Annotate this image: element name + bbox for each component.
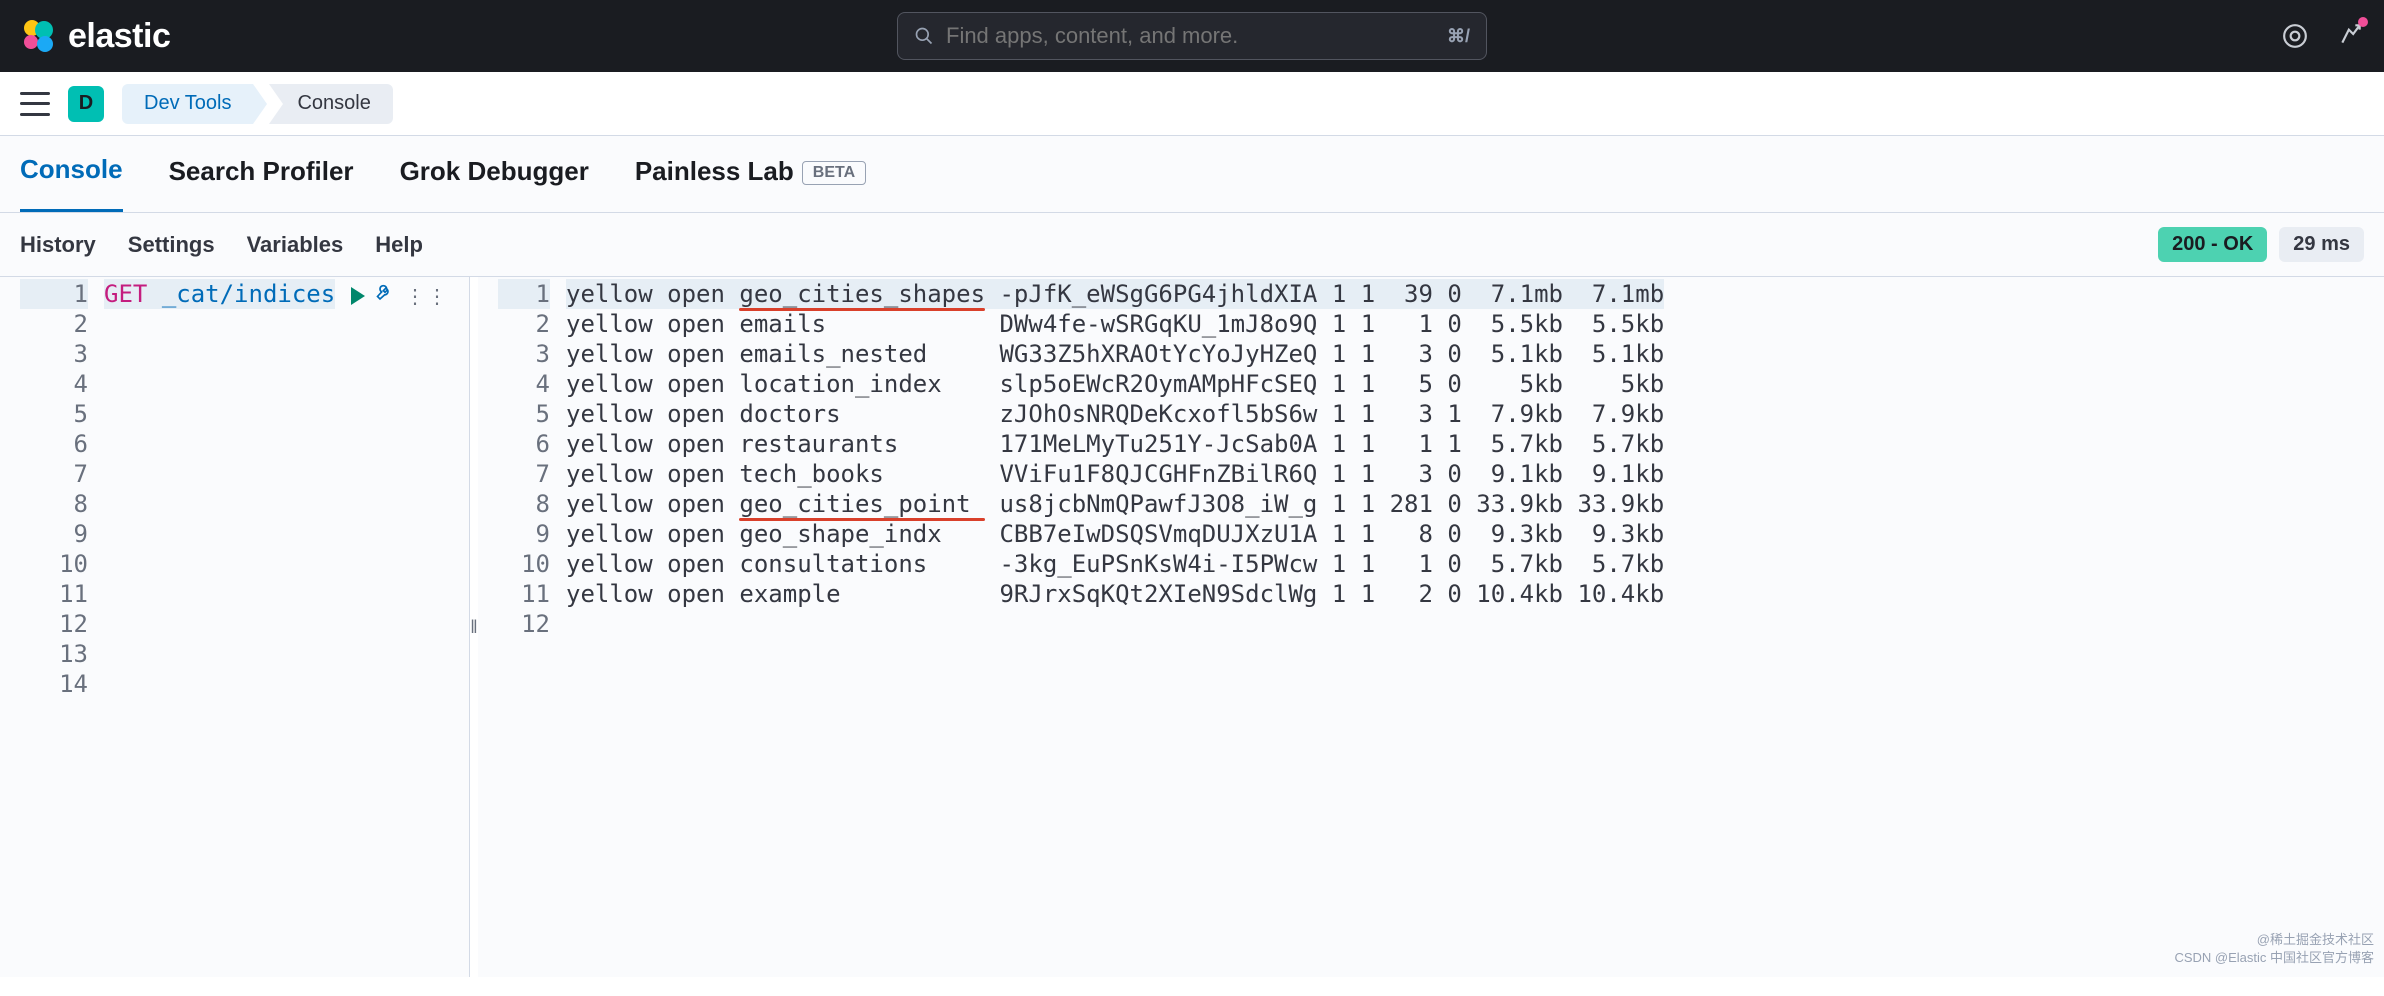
search-shortcut: ⌘/ (1447, 26, 1470, 47)
output-row: yellow open location_index slp5oEWcR2Oym… (566, 369, 1664, 399)
search-icon (914, 26, 934, 46)
space-badge[interactable]: D (68, 86, 104, 122)
crumb-dev-tools[interactable]: Dev Tools (122, 84, 253, 124)
global-header: elastic ⌘/ (0, 0, 2384, 72)
nav-bar: D Dev Tools Console (0, 72, 2384, 136)
news-icon[interactable] (2338, 21, 2364, 52)
output-row: yellow open geo_cities_shapes -pJfK_eWSg… (566, 279, 1664, 309)
tab-search-profiler[interactable]: Search Profiler (169, 156, 354, 211)
request-editor[interactable]: GET _cat/indices (100, 277, 339, 977)
help-icon[interactable] (2282, 23, 2308, 49)
toolbar-link-help[interactable]: Help (375, 232, 423, 258)
run-button[interactable] (351, 287, 365, 305)
toolbar-link-variables[interactable]: Variables (247, 232, 344, 258)
tab-painless-lab[interactable]: Painless LabBETA (635, 156, 866, 211)
console-toolbar: History Settings Variables Help 200 - OK 29… (0, 213, 2384, 277)
search-input[interactable] (946, 23, 1435, 49)
output-row: yellow open geo_shape_indx CBB7eIwDSQSVm… (566, 519, 1664, 549)
logo[interactable]: elastic (20, 17, 170, 56)
response-pane[interactable]: 123456789101112 yellow open geo_cities_s… (478, 277, 2384, 977)
status-badge: 200 - OK (2158, 227, 2267, 262)
menu-toggle[interactable] (20, 92, 50, 116)
brand-name: elastic (68, 17, 170, 56)
watermark: @稀土掘金技术社区 CSDN @Elastic 中国社区官方博客 (2174, 931, 2374, 967)
response-output: yellow open geo_cities_shapes -pJfK_eWSg… (562, 277, 1668, 977)
request-gutter: 1234567891011121314 (0, 277, 100, 977)
beta-badge: BETA (802, 161, 866, 185)
pane-divider[interactable]: ‖ (470, 277, 478, 977)
toolbar-link-history[interactable]: History (20, 232, 96, 258)
output-row: yellow open emails DWw4fe-wSRGqKU_1mJ8o9… (566, 309, 1664, 339)
crumb-console[interactable]: Console (269, 84, 392, 124)
more-button[interactable]: ⋮⋮ (405, 291, 449, 301)
output-row: yellow open tech_books VViFu1F8QJCGHFnZB… (566, 459, 1664, 489)
output-row: yellow open doctors zJOhOsNRQDeKcxofl5bS… (566, 399, 1664, 429)
toolbar-link-settings[interactable]: Settings (128, 232, 215, 258)
global-search[interactable]: ⌘/ (897, 12, 1487, 60)
output-row: yellow open restaurants 171MeLMyTu251Y-J… (566, 429, 1664, 459)
request-pane[interactable]: 1234567891011121314 GET _cat/indices ⋮⋮ (0, 277, 470, 977)
editor-area: 1234567891011121314 GET _cat/indices ⋮⋮ … (0, 277, 2384, 977)
response-gutter: 123456789101112 (478, 277, 562, 977)
options-button[interactable] (375, 281, 395, 311)
output-row: yellow open emails_nested WG33Z5hXRAOtYc… (566, 339, 1664, 369)
breadcrumb: Dev Tools Console (122, 84, 393, 124)
response-time: 29 ms (2279, 227, 2364, 262)
output-row: yellow open geo_cities_point us8jcbNmQPa… (566, 489, 1664, 519)
notification-dot (2358, 17, 2368, 27)
tabs-area: Console Search Profiler Grok Debugger Painl… (0, 136, 2384, 213)
elastic-logo-icon (20, 18, 56, 54)
tab-grok-debugger[interactable]: Grok Debugger (400, 156, 589, 211)
output-row: yellow open example 9RJrxSqKQt2XIeN9Sdcl… (566, 579, 1664, 609)
output-row: yellow open consultations -3kg_EuPSnKsW4… (566, 549, 1664, 579)
tab-console[interactable]: Console (20, 154, 123, 212)
